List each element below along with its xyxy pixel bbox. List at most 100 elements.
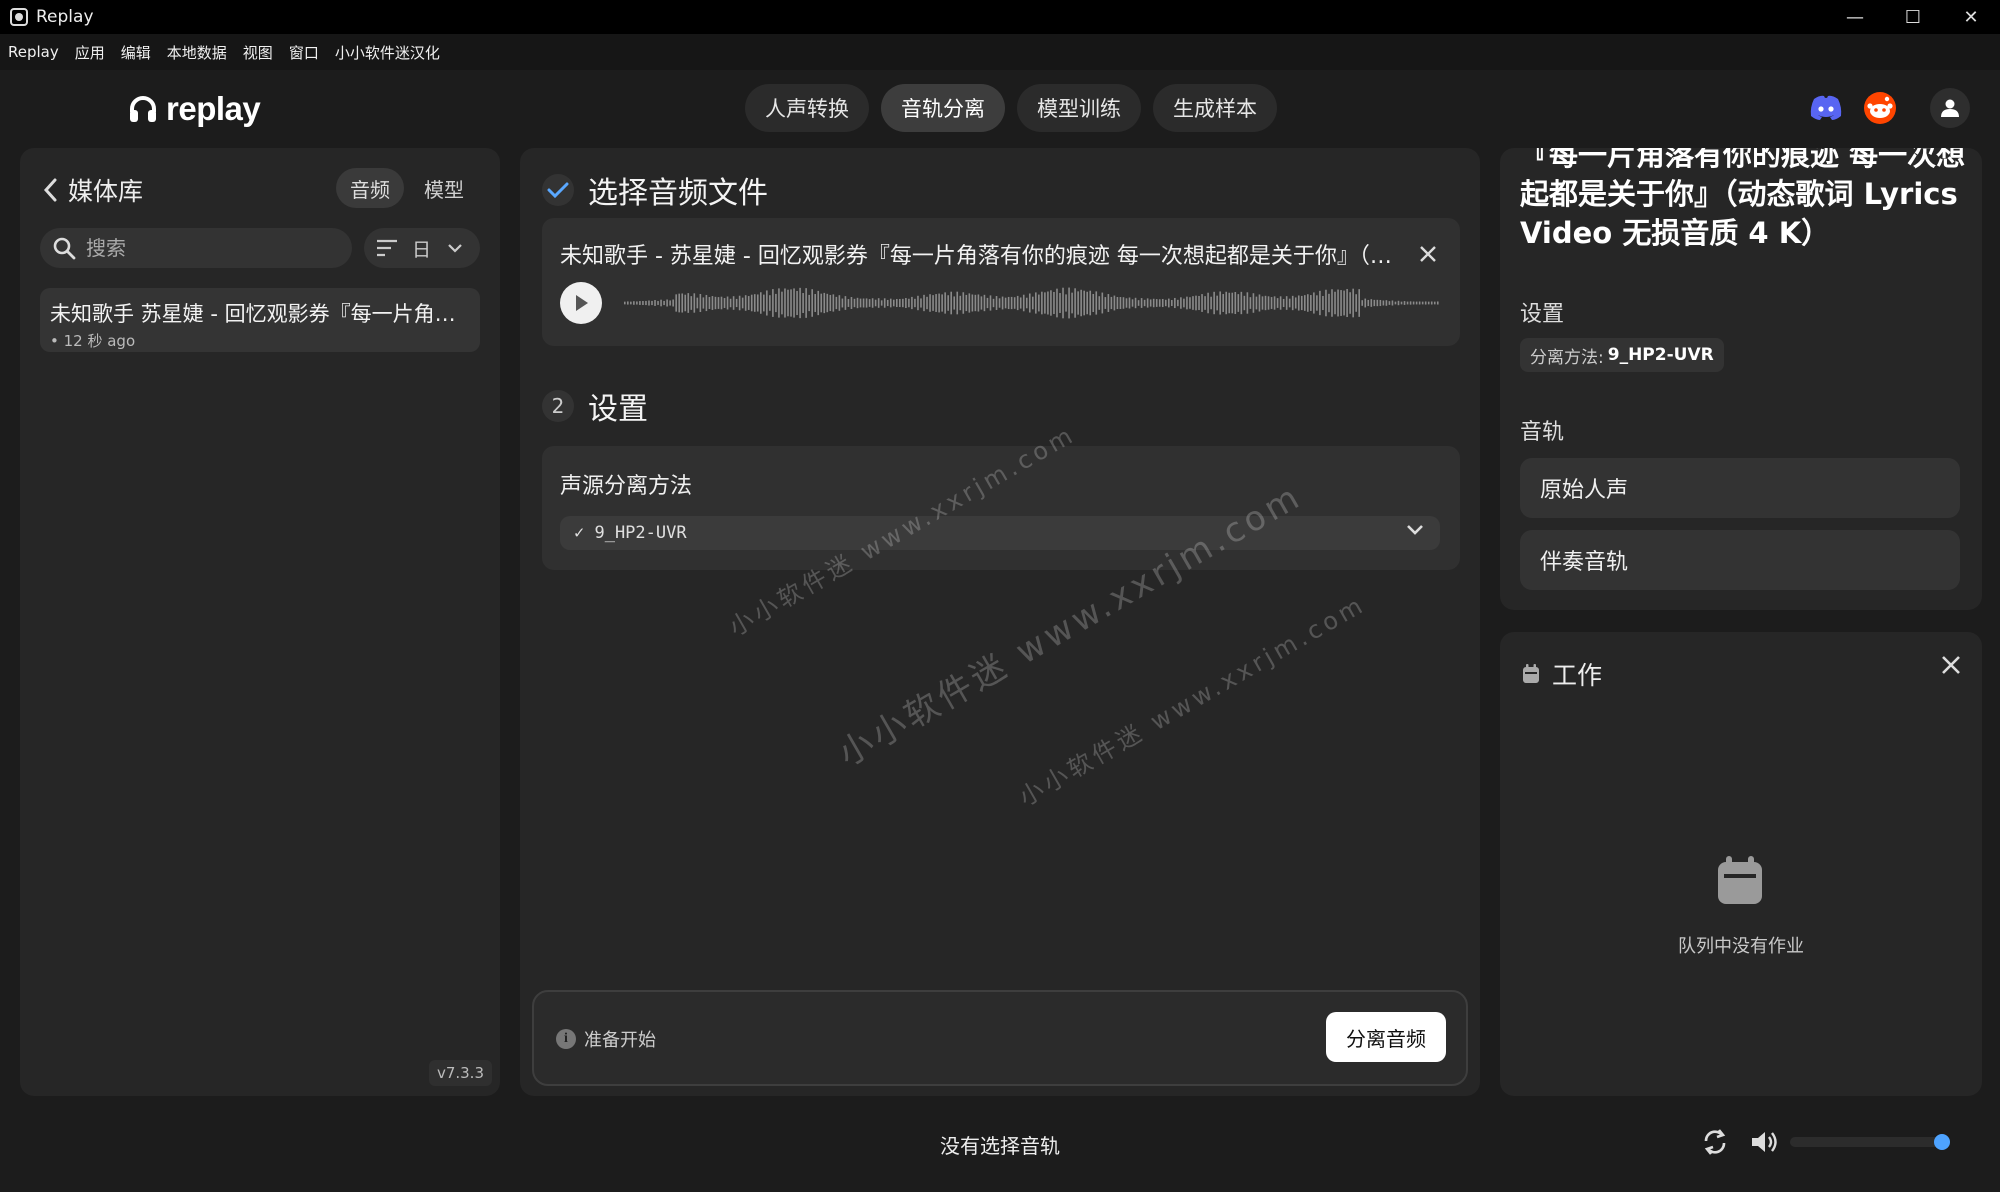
waveform-bar [784,288,786,318]
back-chevron-icon[interactable] [42,177,58,203]
waveform-bar [862,298,865,308]
maximize-button[interactable]: ☐ [1884,0,1942,34]
waveform-bar [911,296,913,310]
separation-method-select[interactable]: ✓ 9_HP2-UVR [560,516,1440,550]
menu-localization[interactable]: 小小软件迷汉化 [335,42,440,63]
media-list-item[interactable]: 未知歌手 苏星婕 - 回忆观影券『每一片角落有你的痕迹 每一次想起都是关于你』 … [40,288,480,352]
reddit-icon[interactable] [1862,90,1898,126]
volume-slider-handle[interactable] [1934,1134,1950,1150]
volume-slider[interactable] [1790,1137,1946,1147]
waveform-bar [717,297,720,309]
waveform-bar [1035,292,1037,314]
track-original-vocals[interactable]: 原始人声 [1520,458,1960,518]
tab-stem-separation[interactable]: 音轨分离 [881,84,1005,132]
menu-local-data[interactable]: 本地数据 [167,42,227,63]
waveform-bar [714,296,717,310]
waveform-bar [902,298,904,308]
waveform-bar [1409,301,1412,305]
tab-model-training[interactable]: 模型训练 [1017,84,1141,132]
tab-voice-conversion[interactable]: 人声转换 [745,84,869,132]
step-2-header: 2 设置 [542,384,648,428]
tab-generate-samples[interactable]: 生成样本 [1153,84,1277,132]
waveform-bar [1364,298,1367,308]
waveform-bar [648,300,650,306]
search-icon [53,237,76,260]
waveform-bar [1016,295,1019,311]
waveform-bar [793,288,795,318]
separation-method-value: ✓ 9_HP2-UVR [574,523,687,543]
waveform-bar [1394,301,1397,305]
waveform-bar [802,293,804,313]
waveform-bar [995,296,998,310]
sort-dropdown[interactable]: 日 [364,228,480,268]
waveform-bar [744,295,747,311]
tab-audio[interactable]: 音频 [336,168,404,208]
headphones-icon [130,96,156,122]
empty-queue-text: 队列中没有作业 [1678,936,1804,957]
menu-view[interactable]: 视图 [243,42,273,63]
separate-audio-button[interactable]: 分离音频 [1326,1012,1446,1062]
waveform-bar [835,296,838,310]
method-chip-value: 9_HP2-UVR [1607,345,1714,365]
waveform-bar [929,294,931,312]
user-account-icon[interactable] [1930,88,1970,128]
waveform-bar [663,300,665,306]
step-1-check-icon [542,174,574,206]
waveform-bar [1101,292,1104,314]
waveform-bar [1400,301,1403,305]
waveform-bar [844,296,847,310]
waveform-bar [705,294,708,312]
minimize-button[interactable]: — [1826,0,1884,34]
menu-replay[interactable]: Replay [8,43,59,61]
waveform-bar [693,293,696,313]
waveform-bar [908,298,910,308]
search-input[interactable] [86,236,316,260]
waveform-bar [787,289,789,317]
waveform-bar [1291,295,1294,311]
status-indicator: i 准备开始 [556,1026,656,1052]
jobs-panel: 工作 队列中没有作业 [1500,632,1982,1096]
waveform-bar [1010,296,1013,310]
version-label: v7.3.3 [428,1060,492,1086]
close-window-button[interactable]: ✕ [1942,0,2000,34]
waveform-bar [760,292,762,314]
waveform-bar [672,299,674,307]
waveform-bar [905,297,907,309]
media-item-time: • 12 秒 ago [50,332,136,350]
waveform-bar [1418,301,1421,305]
menu-edit[interactable]: 编辑 [121,42,151,63]
method-chip: 分离方法: 9_HP2-UVR [1520,338,1724,372]
waveform-bar [947,295,949,311]
track-instrumental[interactable]: 伴奏音轨 [1520,530,1960,590]
play-button[interactable] [560,282,602,324]
waveform-bar [1047,291,1049,315]
menu-app[interactable]: 应用 [75,42,105,63]
tab-model[interactable]: 模型 [410,168,478,208]
volume-icon[interactable] [1750,1128,1778,1156]
waveform-bar [642,300,644,306]
waveform-bar [1137,300,1140,306]
chevron-down-icon [448,244,462,253]
waveform-bar [1367,299,1370,307]
waveform-bar [856,297,859,309]
loop-icon[interactable] [1702,1128,1728,1156]
waveform-bar [1083,290,1085,316]
tracks-label: 音轨 [1520,420,1565,445]
waveform-bar [772,289,774,317]
remove-file-close-icon[interactable] [1418,244,1438,264]
waveform-bar [1222,294,1224,312]
waveform-bar [1050,290,1052,316]
waveform-bar [1403,301,1406,305]
waveform-bar [1116,297,1119,310]
waveform-bar [889,298,892,308]
menu-window[interactable]: 窗口 [289,42,319,63]
waveform-bar [1424,301,1427,305]
waveform-bar [660,299,662,307]
waveform-bar [1119,297,1122,309]
waveform-bar [1059,293,1061,313]
close-jobs-icon[interactable] [1940,654,1962,676]
waveform-bar [886,299,889,307]
waveform-bar [690,296,693,310]
audio-waveform[interactable] [624,284,1440,322]
discord-icon[interactable] [1808,90,1844,126]
